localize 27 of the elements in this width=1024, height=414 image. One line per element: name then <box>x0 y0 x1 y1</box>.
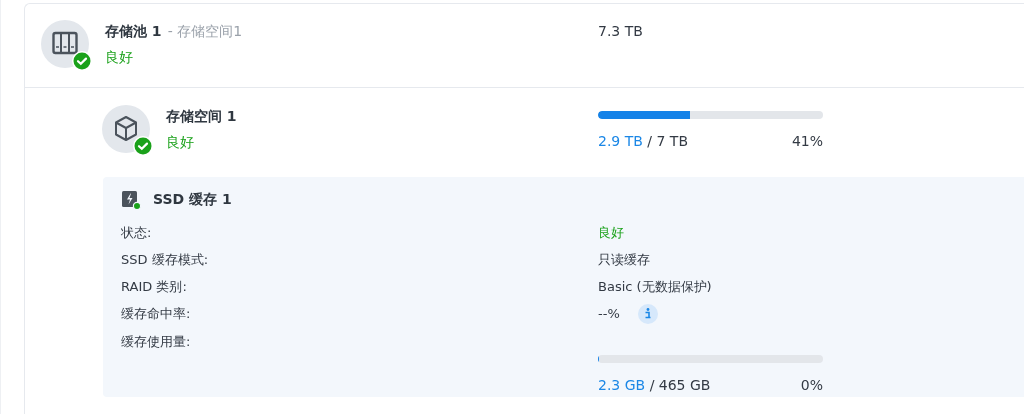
detail-label: RAID 类别: <box>121 277 188 296</box>
detail-label: 缓存命中率: <box>121 304 192 323</box>
used-amount: 2.9 TB <box>598 133 643 149</box>
volume-status: 良好 <box>166 134 195 152</box>
usage-percent: 0% <box>800 377 823 393</box>
total-amount: / 465 GB <box>649 377 711 393</box>
detail-value: 只读缓存 <box>598 250 650 269</box>
check-badge-icon <box>72 51 92 71</box>
info-button[interactable] <box>637 303 658 324</box>
usage-percent: 41% <box>791 133 823 149</box>
ssd-cache-title: SSD 缓存 1 <box>153 191 232 209</box>
pool-subtitle: - 存储空间1 <box>167 23 243 41</box>
detail-label: 缓存使用量: <box>121 333 192 351</box>
total-amount: / 7 TB <box>647 133 688 149</box>
pool-status: 良好 <box>105 49 134 67</box>
detail-value: 良好 <box>598 223 624 242</box>
info-icon <box>643 308 652 319</box>
pool-capacity: 7.3 TB <box>598 22 643 39</box>
detail-value: --% <box>598 306 620 321</box>
detail-label: 状态: <box>121 223 153 242</box>
volume-name: 存储空间 1 <box>166 108 238 126</box>
detail-label: SSD 缓存模式: <box>121 250 210 269</box>
pool-name: 存储池 1 <box>105 23 162 41</box>
detail-value: Basic (无数据保护) <box>598 277 712 296</box>
used-amount: 2.3 GB <box>598 377 646 393</box>
check-badge-icon <box>133 136 153 156</box>
ssd-cache-icon <box>121 190 141 210</box>
